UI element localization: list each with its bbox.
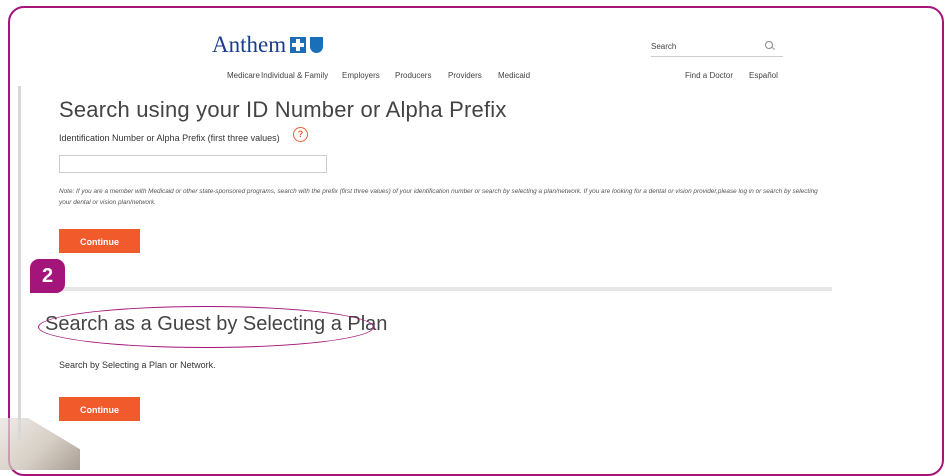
highlight-ellipse bbox=[38, 306, 374, 348]
medicaid-note: Note: If you are a member with Medicaid … bbox=[59, 188, 818, 206]
nav-item-individual-family[interactable]: Individual & Family bbox=[261, 71, 328, 80]
id-field-label: Identification Number or Alpha Prefix (f… bbox=[59, 133, 280, 143]
nav-item-providers[interactable]: Providers bbox=[448, 71, 482, 80]
nav-item-employers[interactable]: Employers bbox=[342, 71, 380, 80]
logo-text: Anthem bbox=[212, 32, 287, 57]
search-icon[interactable] bbox=[765, 41, 773, 49]
blue-shield-icon bbox=[310, 37, 324, 53]
id-search-title: Search using your ID Number or Alpha Pre… bbox=[59, 97, 507, 122]
site-header: Anthem Medicare Individual & Family Empl… bbox=[0, 0, 951, 88]
id-prefix-input[interactable] bbox=[59, 155, 327, 173]
anthem-logo[interactable]: Anthem bbox=[212, 32, 324, 58]
blue-cross-icon bbox=[290, 37, 307, 53]
section-divider bbox=[40, 287, 832, 291]
continue-button-guest[interactable]: Continue bbox=[59, 397, 140, 421]
help-icon[interactable]: ? bbox=[293, 127, 308, 142]
nav-item-producers[interactable]: Producers bbox=[395, 71, 431, 80]
continue-button-id[interactable]: Continue bbox=[59, 229, 140, 253]
nav-item-medicare[interactable]: Medicare bbox=[227, 71, 260, 80]
search-input[interactable] bbox=[651, 41, 761, 51]
search-box bbox=[651, 36, 783, 57]
nav-item-medicaid[interactable]: Medicaid bbox=[498, 71, 530, 80]
left-rule bbox=[18, 86, 21, 441]
nav-item-espanol[interactable]: Español bbox=[749, 71, 778, 80]
nav-item-find-a-doctor[interactable]: Find a Doctor bbox=[685, 71, 733, 80]
guest-search-text: Search by Selecting a Plan or Network. bbox=[59, 360, 216, 370]
step-badge: 2 bbox=[30, 259, 65, 293]
